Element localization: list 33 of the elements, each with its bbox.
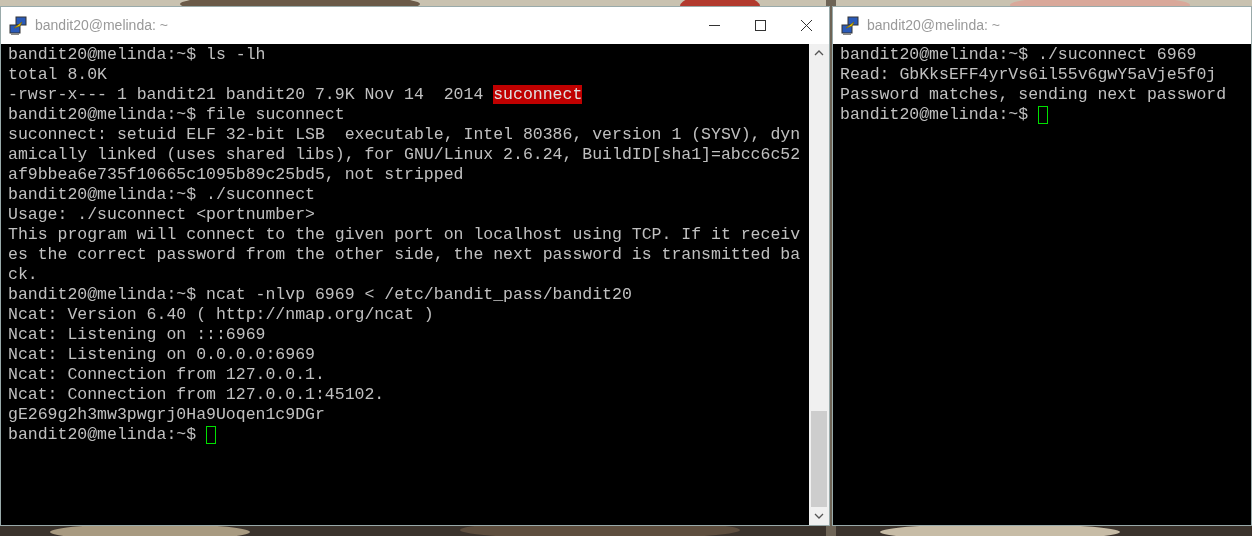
terminal-line: Ncat: Connection from 127.0.0.1:45102. — [8, 385, 386, 405]
terminal-line: bandit20@melinda:~$ — [8, 425, 198, 445]
terminal-line: suconnect: setuid ELF 32-bit LSB executable, Intel 80386, version 1 (SYSV), dyn — [8, 125, 802, 145]
maximize-icon — [754, 20, 766, 31]
terminal-line: bandit20@melinda:~$ ./suconnect 6969 — [840, 45, 1198, 65]
terminal-line: bandit20@melinda:~$ ./suconnect — [8, 185, 316, 205]
window-title: bandit20@melinda: ~ — [35, 16, 168, 35]
window-title: bandit20@melinda: ~ — [867, 16, 1000, 35]
terminal-line: af9bbea6e735f10665c1095b89c25bd5, not stripped — [8, 165, 465, 185]
terminal-line: Ncat: Connection from 127.0.0.1. — [8, 365, 326, 385]
scrollbar-thumb[interactable] — [811, 411, 827, 507]
terminal-line: -rwsr-x--- 1 bandit21 bandit20 7.9K Nov 14 2014 suconnect — [8, 85, 584, 105]
scrollbar[interactable] — [809, 44, 829, 525]
terminal-line: total 8.0K — [8, 65, 109, 85]
terminal-line: es the correct password from the other side, the next password is transmitted ba — [8, 245, 802, 265]
terminal-line: bandit20@melinda:~$ ls -lh — [8, 45, 267, 65]
terminal-line: gE269g2h3mw3pwgrj0Ha9Uoqen1c9DGr — [8, 405, 326, 425]
minimize-icon — [708, 25, 720, 26]
terminal-line: Usage: ./suconnect <portnumber> — [8, 205, 316, 225]
terminal-line: bandit20@melinda:~$ ncat -nlvp 6969 < /etc/bandit_pass/bandit20 — [8, 285, 633, 305]
close-icon — [800, 20, 812, 31]
terminal-line: This program will connect to the given port on localhost using TCP. If it receiv — [8, 225, 802, 245]
terminal-line: amically linked (uses shared libs), for GNU/Linux 2.6.24, BuildID[sha1]=abcc6c52 — [8, 145, 802, 165]
terminal-line: Ncat: Version 6.40 ( http://nmap.org/ncat ) — [8, 305, 435, 325]
terminal-line: bandit20@melinda:~$ — [840, 105, 1030, 125]
terminal-line: Ncat: Listening on 0.0.0.0:6969 — [8, 345, 316, 365]
terminal-line: ck. — [8, 265, 39, 285]
terminal-line: Read: GbKksEFF4yrVs6il55v6gwY5aVje5f0j — [840, 65, 1218, 85]
terminal-line: bandit20@melinda:~$ file suconnect — [8, 105, 346, 125]
terminal-app-icon — [8, 15, 28, 36]
terminal-app-icon — [840, 15, 860, 36]
terminal-line: Password matches, sending next password — [840, 85, 1228, 105]
terminal-line: Ncat: Listening on :::6969 — [8, 325, 267, 345]
